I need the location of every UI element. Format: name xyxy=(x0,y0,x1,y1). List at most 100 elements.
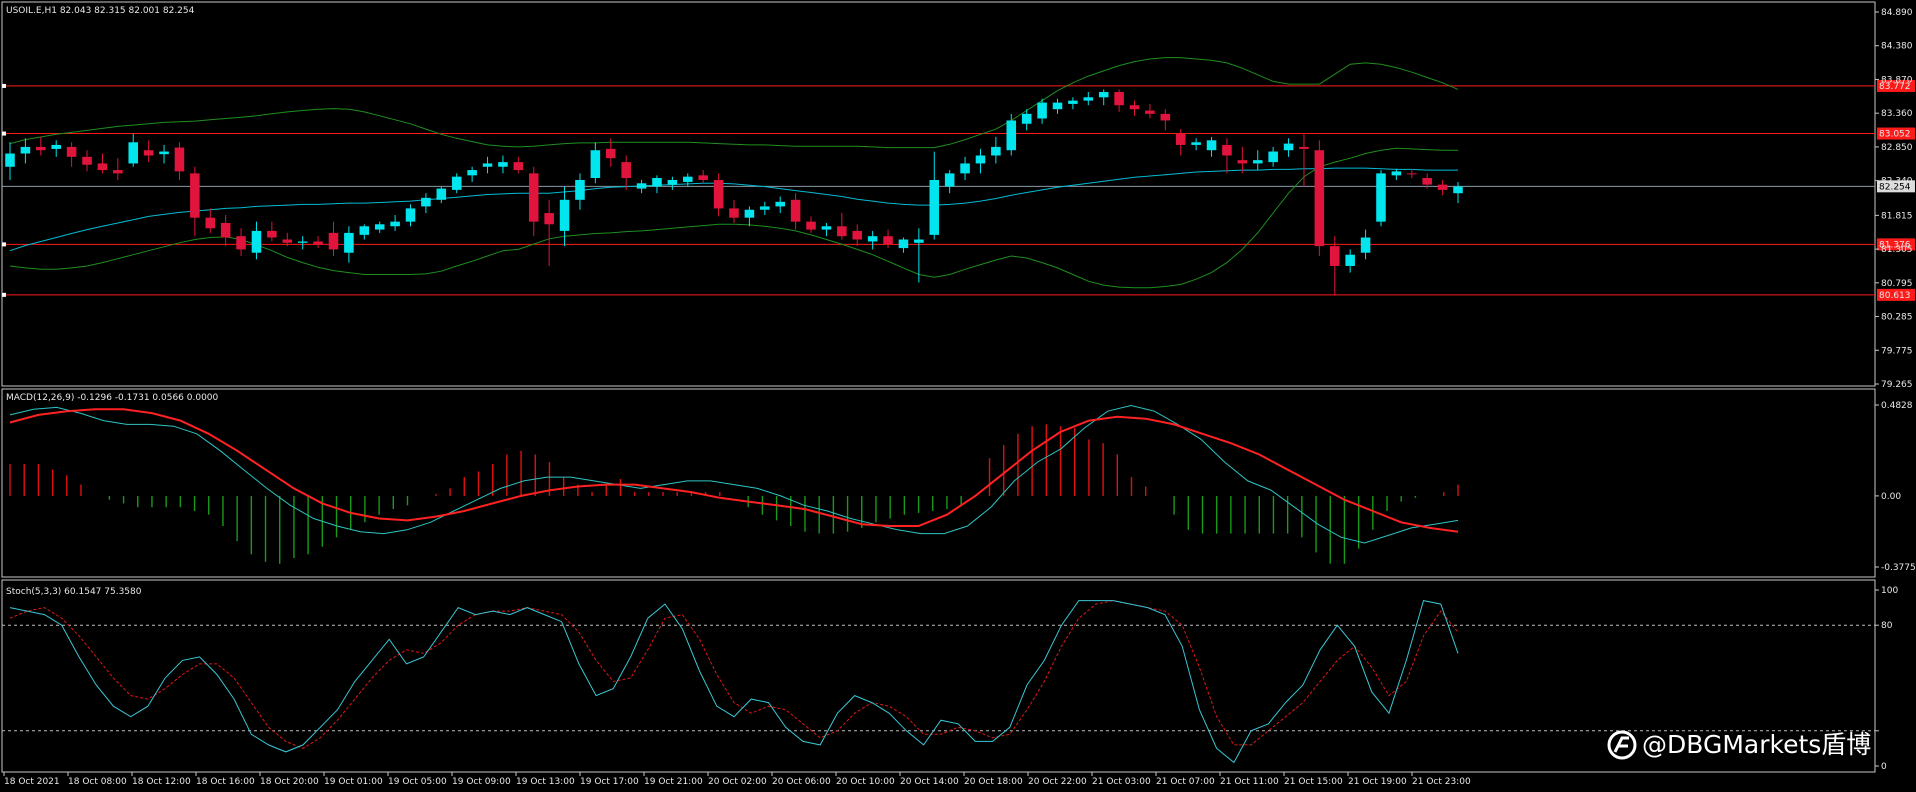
bullish-candle xyxy=(1037,102,1047,119)
time-tick-label: 20 Oct 10:00 xyxy=(836,777,895,787)
macd-pane-header: MACD(12,26,9) -0.1296 -0.1731 0.0566 0.0… xyxy=(6,393,219,403)
bullish-candle xyxy=(575,179,585,200)
time-tick-label: 20 Oct 14:00 xyxy=(900,777,959,787)
bearish-candle xyxy=(313,241,323,245)
stochastic-tick-label: 80 xyxy=(1881,621,1893,631)
bearish-candle xyxy=(1437,184,1448,190)
time-tick-label: 18 Oct 12:00 xyxy=(132,777,191,787)
price-tick-label: 84.890 xyxy=(1881,8,1913,18)
bullish-candle xyxy=(51,144,61,149)
time-tick-label: 19 Oct 01:00 xyxy=(324,777,383,787)
price-tick-label: 84.380 xyxy=(1881,42,1913,52)
time-tick-label: 21 Oct 15:00 xyxy=(1284,777,1343,787)
bullish-candle xyxy=(821,226,832,230)
bullish-candle xyxy=(344,232,354,253)
bearish-candle xyxy=(544,213,554,225)
bearish-candle xyxy=(282,239,293,243)
bearish-candle xyxy=(883,236,893,245)
time-tick-label: 20 Oct 22:00 xyxy=(1028,777,1087,787)
bullish-candle xyxy=(297,241,308,243)
time-tick-label: 19 Oct 21:00 xyxy=(644,777,703,787)
bullish-candle xyxy=(1206,140,1217,151)
bullish-candle xyxy=(898,239,909,249)
time-tick-label: 21 Oct 11:00 xyxy=(1220,777,1279,787)
price-tick-label: 79.775 xyxy=(1881,346,1913,356)
bearish-candle xyxy=(528,173,539,222)
bullish-candle xyxy=(1098,92,1109,98)
bearish-candle xyxy=(236,236,246,250)
bearish-candle xyxy=(1114,92,1124,106)
time-tick-label: 19 Oct 13:00 xyxy=(516,777,575,787)
time-tick-label: 19 Oct 17:00 xyxy=(580,777,639,787)
time-tick-label: 19 Oct 05:00 xyxy=(388,777,447,787)
bearish-candle xyxy=(174,147,185,172)
bullish-candle xyxy=(20,146,31,154)
bullish-candle xyxy=(159,151,169,155)
bullish-candle xyxy=(590,150,601,178)
time-tick-label: 18 Oct 08:00 xyxy=(68,777,127,787)
bullish-candle xyxy=(683,176,693,182)
bearish-candle xyxy=(1422,177,1432,185)
macd-tick-label: -0.3775 xyxy=(1881,563,1916,573)
bearish-candle xyxy=(713,179,724,209)
bullish-candle xyxy=(1360,237,1371,253)
bullish-candle xyxy=(636,183,647,189)
bearish-candle xyxy=(97,163,108,171)
bearish-candle xyxy=(1160,113,1171,121)
price-tick-label: 80.285 xyxy=(1881,313,1913,323)
bearish-candle xyxy=(513,162,524,171)
bearish-candle xyxy=(205,217,216,229)
bullish-candle xyxy=(1006,120,1017,151)
bullish-candle xyxy=(359,226,370,235)
bearish-candle xyxy=(1129,105,1140,110)
bullish-candle xyxy=(1052,102,1063,110)
bullish-candle xyxy=(1345,254,1355,266)
bearish-candle xyxy=(698,175,708,180)
bullish-candle xyxy=(559,199,570,231)
time-tick-label: 21 Oct 07:00 xyxy=(1156,777,1215,787)
bullish-candle xyxy=(421,197,431,207)
bearish-candle xyxy=(1175,133,1186,145)
bearish-candle xyxy=(852,230,863,240)
level-handle xyxy=(2,242,6,247)
time-tick-label: 19 Oct 09:00 xyxy=(452,777,511,787)
bullish-candle xyxy=(914,239,924,243)
bullish-candle xyxy=(374,224,385,230)
bearish-candle xyxy=(267,230,277,238)
price-pane-header: USOIL.E,H1 82.043 82.315 82.001 82.254 xyxy=(6,6,195,16)
bullish-candle xyxy=(1283,143,1294,151)
level-handle xyxy=(2,131,6,136)
bearish-candle xyxy=(82,156,92,165)
bullish-candle xyxy=(960,163,970,174)
bearish-candle xyxy=(113,170,123,174)
bullish-candle xyxy=(390,221,400,227)
watermark-text: @DBGMarkets盾博 xyxy=(1642,730,1871,759)
bullish-candle xyxy=(744,209,755,218)
price-tick-label: 82.340 xyxy=(1881,177,1913,187)
bullish-candle xyxy=(760,206,770,210)
bullish-candle xyxy=(944,173,955,187)
level-handle xyxy=(2,83,6,88)
bullish-candle xyxy=(1453,186,1463,194)
bullish-candle xyxy=(498,162,508,167)
time-tick-label: 20 Oct 02:00 xyxy=(708,777,767,787)
bearish-candle xyxy=(1222,144,1232,156)
bullish-candle xyxy=(128,142,139,164)
bullish-candle xyxy=(991,146,1001,156)
bullish-candle xyxy=(1083,97,1094,101)
stochastic-tick-label: 0 xyxy=(1881,762,1887,772)
price-tick-label: 81.815 xyxy=(1881,211,1913,221)
time-tick-label: 21 Oct 19:00 xyxy=(1348,777,1407,787)
bearish-candle xyxy=(143,150,154,156)
bullish-candle xyxy=(1376,173,1386,222)
bullish-candle xyxy=(251,230,262,253)
bullish-candle xyxy=(482,163,493,167)
bearish-candle xyxy=(190,173,200,218)
bearish-candle xyxy=(1329,246,1340,266)
bearish-candle xyxy=(1299,146,1309,149)
bullish-candle xyxy=(1068,100,1078,104)
bullish-candle xyxy=(451,176,462,190)
bullish-candle xyxy=(1252,160,1263,164)
bullish-candle xyxy=(1268,151,1278,163)
chart-background xyxy=(0,0,1916,792)
